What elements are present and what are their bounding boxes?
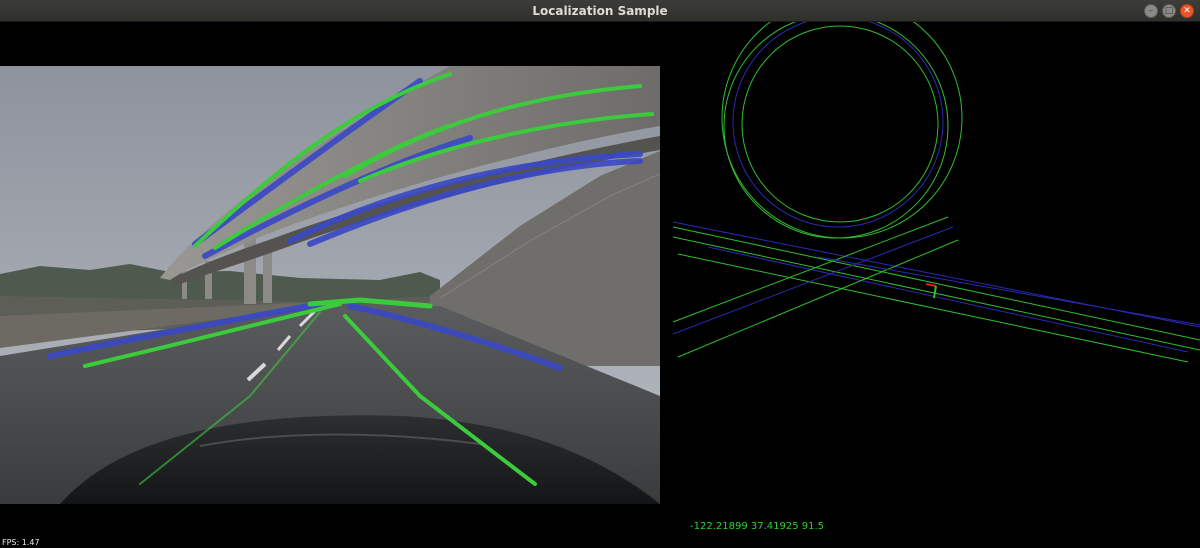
highway-lane: [672, 226, 1200, 341]
close-button[interactable]: ✕: [1180, 4, 1194, 18]
road-network: [672, 22, 1200, 363]
loop-ramp: [741, 25, 939, 223]
bridge-pillar: [263, 248, 272, 303]
minimize-button[interactable]: –: [1144, 4, 1158, 18]
camera-frame: [0, 66, 660, 504]
camera-view: Egomotion absolute position: VALIDEgomot…: [0, 66, 660, 504]
window-title: Localization Sample: [532, 4, 668, 18]
highway-lane: [672, 236, 1200, 351]
vehicle-axis-marker: [933, 285, 937, 299]
highway-lane: [677, 253, 1189, 363]
gps-coordinates: -122.21899 37.41925 91.5: [690, 521, 825, 532]
highway-lane: [707, 246, 1189, 353]
window-controls: – □ ✕: [1144, 4, 1194, 18]
fps-counter: FPS: 1.47: [2, 538, 40, 547]
maximize-button[interactable]: □: [1162, 4, 1176, 18]
ramp-lane: [817, 256, 1200, 326]
localization-window: Localization Sample – □ ✕ -122.21899 37.…: [0, 0, 1200, 548]
map-view: [668, 22, 1200, 512]
ramp-lane: [672, 216, 949, 323]
vehicle-heading-marker: [925, 283, 937, 287]
map-canvas: [672, 22, 1200, 363]
title-bar[interactable]: Localization Sample – □ ✕: [0, 0, 1200, 22]
ramp-lane: [677, 239, 959, 358]
loop-ramp: [732, 22, 944, 228]
ramp-lane: [672, 226, 954, 335]
